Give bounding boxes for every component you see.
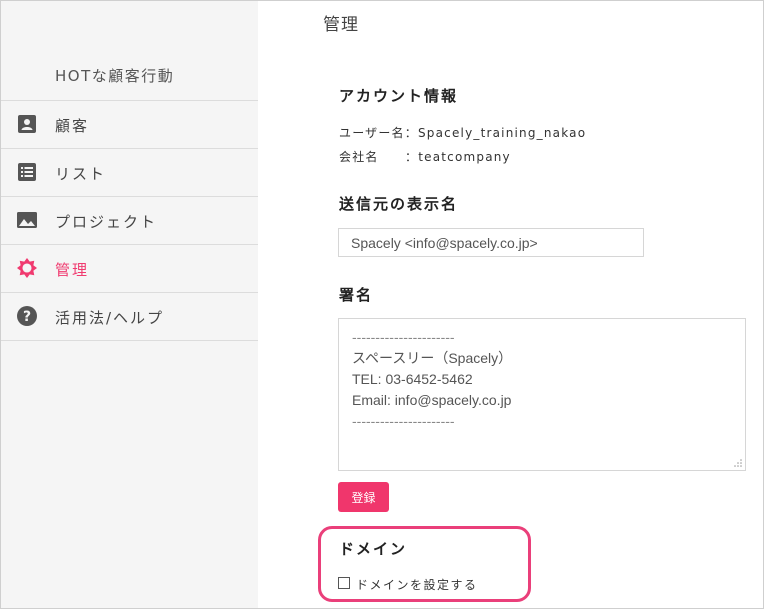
sidebar-item-admin[interactable]: 管理 xyxy=(1,244,258,292)
signature-heading: 署名 xyxy=(339,286,374,304)
sidebar-item-label: プロジェクト xyxy=(55,213,158,231)
signature-line: Email: info@spacely.co.jp xyxy=(352,392,512,408)
username-row: ユーザー名：Spacely_training_nakao xyxy=(339,126,587,140)
signature-line: ---------------------- xyxy=(352,329,455,345)
sidebar-nav: 顧客 リスト プロジェクト 管理 ? 活用法/ヘルプ xyxy=(1,100,258,341)
help-icon: ? xyxy=(17,306,37,326)
sender-name-input[interactable] xyxy=(338,228,644,257)
domain-checkbox[interactable] xyxy=(338,577,350,589)
list-icon xyxy=(17,162,37,182)
account-info-heading: アカウント情報 xyxy=(339,87,459,105)
gear-icon xyxy=(17,258,37,278)
sidebar: HOTな顧客行動 顧客 リスト プロジェクト 管理 ? 活用法/ヘルプ xyxy=(1,1,258,608)
sidebar-item-label: リスト xyxy=(55,165,107,183)
sidebar-item-label: 顧客 xyxy=(55,117,90,135)
sidebar-item-list[interactable]: リスト xyxy=(1,148,258,196)
page-title: 管理 xyxy=(323,15,359,35)
image-icon xyxy=(17,210,37,230)
signature-textarea[interactable]: ---------------------- スペースリー（Spacely） T… xyxy=(338,318,746,471)
domain-checkbox-label[interactable]: ドメインを設定する xyxy=(356,576,478,593)
signature-line: ---------------------- xyxy=(352,413,455,429)
company-row: 会社名 ：teatcompany xyxy=(339,150,511,164)
sender-name-heading: 送信元の表示名 xyxy=(339,195,459,213)
sidebar-item-label: 管理 xyxy=(55,261,90,279)
svg-text:?: ? xyxy=(23,309,31,325)
sidebar-title[interactable]: HOTな顧客行動 xyxy=(55,65,174,86)
domain-heading: ドメイン xyxy=(339,540,408,558)
sidebar-item-help[interactable]: ? 活用法/ヘルプ xyxy=(1,292,258,341)
sidebar-item-label: 活用法/ヘルプ xyxy=(55,309,165,327)
signature-line: TEL: 03-6452-5462 xyxy=(352,371,473,387)
contact-card-icon xyxy=(17,114,37,134)
sidebar-item-projects[interactable]: プロジェクト xyxy=(1,196,258,244)
sidebar-item-customers[interactable]: 顧客 xyxy=(1,100,258,148)
register-button[interactable]: 登録 xyxy=(338,482,389,512)
resize-grip-icon[interactable] xyxy=(734,459,742,467)
signature-line: スペースリー（Spacely） xyxy=(352,350,513,366)
